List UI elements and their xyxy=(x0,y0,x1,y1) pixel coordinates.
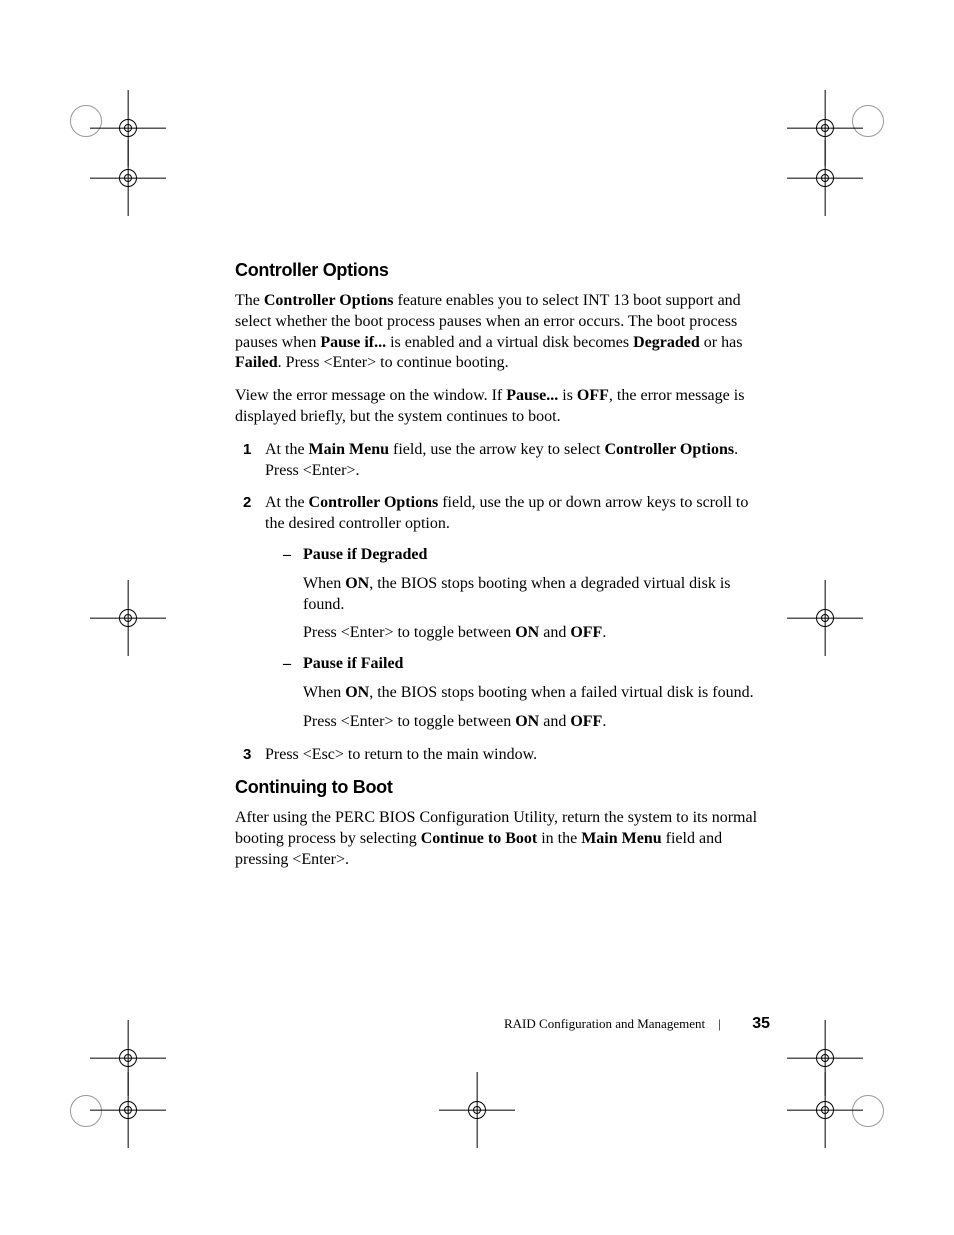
text: and xyxy=(539,713,570,730)
paragraph: When ON, the BIOS stops booting when a d… xyxy=(303,574,770,616)
numbered-list: 1 At the Main Menu field, use the arrow … xyxy=(235,440,770,766)
text: Press <Enter> to toggle between xyxy=(303,713,515,730)
paragraph: Press <Enter> to toggle between ON and O… xyxy=(303,712,770,733)
text: . xyxy=(602,713,606,730)
registration-mark-icon xyxy=(108,1090,148,1130)
text: . Press <Enter> to continue booting. xyxy=(278,354,509,371)
paragraph: When ON, the BIOS stops booting when a f… xyxy=(303,683,770,704)
text: and xyxy=(539,624,570,641)
paragraph: Press <Enter> to toggle between ON and O… xyxy=(303,623,770,644)
page-footer: RAID Configuration and Management | 35 xyxy=(235,1015,770,1033)
sub-heading: Pause if Degraded xyxy=(303,545,770,566)
registration-mark-icon xyxy=(70,105,102,137)
text: Press <Esc> to return to the main window… xyxy=(265,746,537,763)
text: . xyxy=(602,624,606,641)
sub-heading: Pause if Failed xyxy=(303,654,770,675)
bold-text: ON xyxy=(515,713,539,730)
bold-text: OFF xyxy=(570,713,602,730)
list-item: 3 Press <Esc> to return to the main wind… xyxy=(235,745,770,766)
registration-mark-icon xyxy=(457,1090,497,1130)
bold-text: Pause... xyxy=(506,387,558,404)
bold-text: Controller Options xyxy=(309,494,439,511)
bold-text: ON xyxy=(345,575,369,592)
text: is xyxy=(558,387,577,404)
paragraph: After using the PERC BIOS Configuration … xyxy=(235,808,770,870)
registration-mark-icon xyxy=(805,1038,845,1078)
bold-text: Controller Options xyxy=(604,441,734,458)
registration-mark-icon xyxy=(108,1038,148,1078)
bold-text: Failed xyxy=(235,354,278,371)
bold-text: OFF xyxy=(570,624,602,641)
bold-text: ON xyxy=(345,684,369,701)
list-number: 3 xyxy=(243,745,251,765)
page-number: 35 xyxy=(752,1015,770,1032)
sub-list-item: – Pause if Failed When ON, the BIOS stop… xyxy=(265,654,770,732)
footer-title: RAID Configuration and Management xyxy=(504,1016,705,1031)
text: When xyxy=(303,575,345,592)
footer-divider: | xyxy=(718,1016,721,1031)
text: field, use the arrow key to select xyxy=(389,441,604,458)
section-heading-continuing-to-boot: Continuing to Boot xyxy=(235,777,770,798)
registration-mark-icon xyxy=(805,1090,845,1130)
bold-text: Main Menu xyxy=(581,830,661,847)
text: is enabled and a virtual disk becomes xyxy=(386,334,633,351)
registration-mark-icon xyxy=(805,158,845,198)
text: The xyxy=(235,292,264,309)
paragraph: View the error message on the window. If… xyxy=(235,386,770,428)
section-heading-controller-options: Controller Options xyxy=(235,260,770,281)
registration-mark-icon xyxy=(805,108,845,148)
list-item: 2 At the Controller Options field, use t… xyxy=(235,493,770,732)
registration-mark-icon xyxy=(852,105,884,137)
text: in the xyxy=(537,830,581,847)
bold-text: Degraded xyxy=(633,334,700,351)
page-body: Controller Options The Controller Option… xyxy=(235,260,770,883)
registration-mark-icon xyxy=(108,108,148,148)
sub-list: – Pause if Degraded When ON, the BIOS st… xyxy=(265,545,770,733)
bold-text: Main Menu xyxy=(309,441,389,458)
registration-mark-icon xyxy=(70,1095,102,1127)
text: or has xyxy=(700,334,743,351)
registration-mark-icon xyxy=(108,158,148,198)
list-number: 2 xyxy=(243,493,251,513)
bullet-icon: – xyxy=(283,545,291,566)
text: Press <Enter> to toggle between xyxy=(303,624,515,641)
registration-mark-icon xyxy=(852,1095,884,1127)
paragraph: The Controller Options feature enables y… xyxy=(235,291,770,374)
bold-text: Pause if... xyxy=(320,334,386,351)
registration-mark-icon xyxy=(108,598,148,638)
bold-text: ON xyxy=(515,624,539,641)
registration-mark-icon xyxy=(805,598,845,638)
text: At the xyxy=(265,441,309,458)
text: At the xyxy=(265,494,309,511)
list-item: 1 At the Main Menu field, use the arrow … xyxy=(235,440,770,482)
sub-list-item: – Pause if Degraded When ON, the BIOS st… xyxy=(265,545,770,644)
bold-text: OFF xyxy=(577,387,609,404)
list-number: 1 xyxy=(243,440,251,460)
text: When xyxy=(303,684,345,701)
bullet-icon: – xyxy=(283,654,291,675)
bold-text: Controller Options xyxy=(264,292,394,309)
bold-text: Continue to Boot xyxy=(421,830,537,847)
text: , the BIOS stops booting when a failed v… xyxy=(369,684,753,701)
text: View the error message on the window. If xyxy=(235,387,506,404)
